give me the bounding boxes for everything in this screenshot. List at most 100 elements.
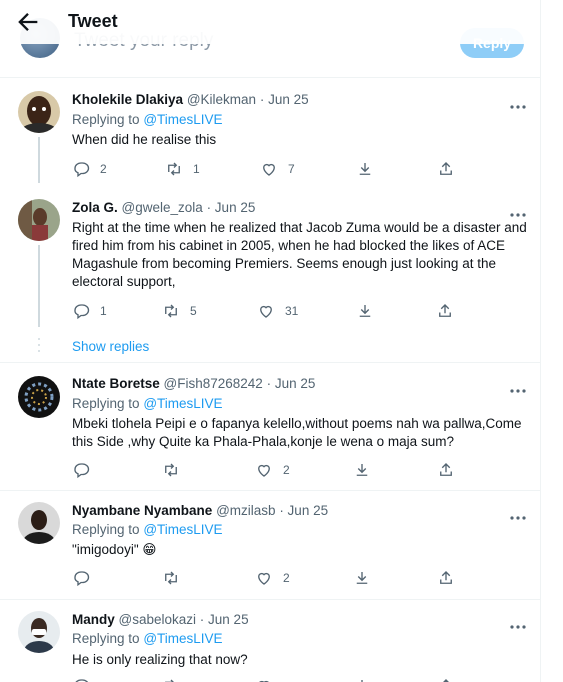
replying-to-link[interactable]: @TimesLIVE [143, 631, 222, 646]
tweet[interactable]: Mandy @sabelokazi · Jun 25 Replying to @… [0, 600, 540, 682]
action-bar: 1 5 31 [72, 301, 472, 321]
like-count: 31 [285, 304, 299, 318]
reply-action[interactable] [72, 568, 100, 588]
like-icon [263, 163, 275, 176]
more-icon[interactable] [508, 204, 528, 217]
display-name[interactable]: Zola G. [72, 200, 118, 215]
share-icon [359, 305, 371, 317]
retweet-action[interactable] [162, 460, 190, 480]
handle[interactable]: @Kilekman [187, 92, 256, 107]
author-line: Nyambane Nyambane @mzilasb · Jun 25 [72, 503, 328, 518]
tweet-text: Mbeki tlohela Peipi e o fapanya kelello,… [72, 416, 522, 449]
timestamp[interactable]: · Jun 25 [279, 503, 328, 518]
avatar[interactable] [18, 91, 60, 133]
reply-action[interactable]: 1 [72, 301, 107, 321]
display-name[interactable]: Ntate Boretse [72, 376, 160, 391]
replying-to-link[interactable]: @TimesLIVE [143, 112, 222, 127]
retweet-icon [165, 463, 177, 477]
like-action[interactable]: 2 [255, 460, 290, 480]
like-action[interactable]: 2 [255, 568, 290, 588]
tweet[interactable]: Ntate Boretse @Fish87268242 · Jun 25 Rep… [0, 364, 540, 491]
retweet-count: 5 [190, 304, 197, 318]
display-name[interactable]: Mandy [72, 612, 115, 627]
timestamp[interactable]: · Jun 25 [260, 92, 309, 107]
share-action[interactable] [353, 460, 371, 480]
page-header: Tweet [0, 0, 540, 44]
retweet-icon [165, 304, 177, 318]
handle[interactable]: @Fish87268242 [164, 376, 263, 391]
thread-dots [37, 337, 41, 353]
timestamp[interactable]: · Jun 25 [200, 612, 249, 627]
reply-icon [74, 463, 90, 479]
show-replies-link[interactable]: Show replies [72, 339, 149, 354]
upload-action[interactable] [437, 568, 455, 588]
replying-to-link[interactable]: @TimesLIVE [143, 522, 222, 537]
display-name[interactable]: Kholekile Dlakiya [72, 92, 183, 107]
display-name[interactable]: Nyambane Nyambane [72, 503, 212, 518]
right-gutter [542, 0, 563, 682]
retweet-count: 1 [193, 162, 200, 176]
handle[interactable]: @mzilasb [216, 503, 275, 518]
author-line: Mandy @sabelokazi · Jun 25 [72, 612, 249, 627]
replying-label: Replying to [72, 631, 140, 646]
like-action[interactable]: 31 [257, 301, 298, 321]
more-icon[interactable] [508, 380, 528, 393]
like-action[interactable]: 7 [260, 159, 295, 179]
timestamp[interactable]: · Jun 25 [267, 376, 316, 391]
like-action[interactable] [255, 676, 273, 682]
reply-count: 1 [100, 304, 107, 318]
more-icon[interactable] [508, 616, 528, 629]
tweet[interactable]: Kholekile Dlakiya @Kilekman · Jun 25 Rep… [0, 79, 540, 183]
replying-label: Replying to [72, 522, 140, 537]
timeline-column: Tweet your reply Reply Tweet Kholekile D… [0, 0, 541, 682]
tweet[interactable]: Nyambane Nyambane @mzilasb · Jun 25 Repl… [0, 491, 540, 600]
share-icon [356, 572, 368, 584]
timestamp[interactable]: · Jun 25 [207, 200, 256, 215]
thread-line [38, 137, 40, 183]
like-icon [260, 305, 272, 318]
action-bar: 2 [72, 568, 472, 588]
avatar[interactable] [18, 611, 60, 653]
replying-to-link[interactable]: @TimesLIVE [143, 396, 222, 411]
like-icon [259, 680, 269, 682]
share-action[interactable] [356, 301, 374, 321]
reply-icon [75, 679, 89, 682]
upload-icon [440, 463, 452, 476]
replying-to: Replying to @TimesLIVE [72, 112, 223, 127]
more-icon[interactable] [508, 96, 528, 109]
retweet-action[interactable]: 1 [165, 159, 200, 179]
tweet[interactable]: Zola G. @gwele_zola · Jun 25 Right at th… [0, 183, 540, 363]
share-icon [361, 680, 363, 682]
share-action[interactable] [353, 676, 371, 682]
reply-action[interactable] [72, 676, 90, 682]
upload-action[interactable] [437, 676, 455, 682]
avatar[interactable] [18, 376, 60, 418]
share-action[interactable] [356, 159, 374, 179]
upload-icon [440, 162, 452, 175]
upload-icon [443, 679, 449, 682]
upload-action[interactable] [437, 460, 455, 480]
retweet-action[interactable] [162, 568, 190, 588]
avatar[interactable] [18, 502, 60, 544]
upload-icon [440, 571, 452, 584]
like-count: 7 [288, 162, 295, 176]
upload-action[interactable] [436, 301, 454, 321]
reply-icon [74, 162, 90, 178]
handle[interactable]: @gwele_zola [122, 200, 203, 215]
retweet-icon [165, 571, 177, 585]
reply-action[interactable] [72, 460, 100, 480]
back-arrow-icon[interactable] [14, 8, 42, 36]
upload-action[interactable] [437, 159, 455, 179]
tweet-text: "imigodoyi" 😁 [72, 542, 157, 557]
like-icon [258, 572, 270, 585]
replying-to: Replying to @TimesLIVE [72, 522, 223, 537]
retweet-action[interactable]: 5 [162, 301, 197, 321]
share-action[interactable] [353, 568, 371, 588]
avatar[interactable] [18, 199, 60, 241]
reply-action[interactable]: 2 [72, 159, 107, 179]
retweet-action[interactable] [162, 676, 180, 682]
author-line: Zola G. @gwele_zola · Jun 25 [72, 200, 255, 215]
more-icon[interactable] [508, 507, 528, 520]
action-bar [72, 676, 472, 682]
handle[interactable]: @sabelokazi [119, 612, 197, 627]
